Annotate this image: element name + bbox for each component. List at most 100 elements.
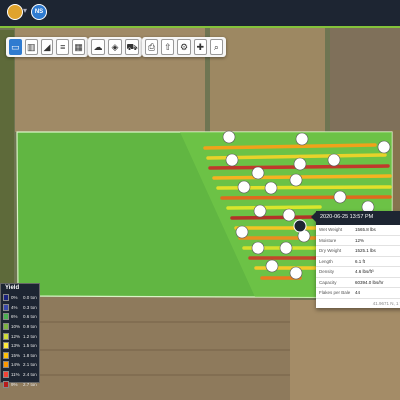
selected-bale-marker[interactable] [293, 219, 307, 233]
map-view-icon[interactable]: ▭ [9, 39, 22, 55]
line-chart-icon[interactable]: ◢ [40, 39, 54, 55]
bale-marker[interactable] [237, 180, 251, 194]
bale-marker[interactable] [265, 259, 279, 273]
yield-pass [226, 205, 322, 210]
field-north-middle [210, 28, 325, 132]
legend-percent: 15% [11, 352, 21, 358]
bale-marker[interactable] [333, 190, 347, 204]
legend-row: 4% 0.3 ton [1, 303, 39, 313]
legend-value: 1.8 ton [23, 352, 37, 358]
legend-percent: 10% [11, 324, 21, 330]
bale-marker[interactable] [235, 225, 249, 239]
layers-toolbar: ☁ ◈ ⛟ [88, 37, 142, 57]
popup-row: Wet Weight 1565.8 lbs [316, 225, 400, 236]
popup-row-label: Capacity [319, 279, 337, 285]
yield-pass [230, 215, 317, 220]
upload-icon[interactable]: ⇧ [161, 39, 175, 55]
legend-percent: 9% [11, 381, 18, 387]
legend-swatch [3, 361, 9, 369]
list-icon[interactable]: ≡ [56, 39, 70, 55]
popup-row-label: Length [319, 258, 333, 264]
legend-swatch [3, 371, 9, 379]
popup-row: Capacity 60394.0 lbs/hr [316, 278, 400, 288]
popup-row: Moisture 12% [316, 236, 400, 246]
legend-row: 9% 2.7 ton [1, 379, 39, 389]
legend-swatch [3, 323, 9, 331]
popup-row: Dry Weight 1525.1 lbs [316, 246, 400, 257]
bale-marker[interactable] [289, 266, 303, 280]
popup-row-label: Density [319, 269, 335, 275]
popup-row-value: 1565.8 lbs [355, 227, 376, 233]
legend-percent: 6% [11, 314, 18, 320]
bale-marker[interactable] [253, 204, 267, 218]
farm-logo-icon[interactable] [7, 4, 23, 20]
yield-pass [212, 174, 392, 180]
account-badge[interactable]: NS [31, 4, 47, 20]
layers-icon[interactable]: ◈ [108, 39, 122, 55]
legend-row: 15% 1.8 ton [1, 351, 39, 361]
legend-value: 2.1 ton [23, 362, 37, 368]
bale-marker[interactable] [251, 166, 265, 180]
popup-row-label: Flakes per Bale [319, 290, 351, 296]
bale-marker[interactable] [264, 181, 278, 195]
bale-marker[interactable] [293, 157, 307, 171]
bale-marker[interactable] [225, 153, 239, 167]
legend-value: 0.9 ton [23, 324, 37, 330]
bale-marker[interactable] [279, 241, 293, 255]
print-icon[interactable]: ⎙ [145, 39, 159, 55]
legend-swatch [3, 351, 9, 359]
legend-swatch [3, 303, 9, 311]
crosshair-icon[interactable]: ✚ [193, 39, 207, 55]
legend-percent: 4% [11, 304, 18, 310]
popup-row: Flakes per Bale 44 [316, 288, 400, 299]
legend-percent: 14% [11, 362, 21, 368]
legend-swatch [3, 342, 9, 350]
settings-icon[interactable]: ⚙ [177, 39, 191, 55]
bale-marker[interactable] [222, 130, 236, 144]
popup-coordinates: 41.9671 N, 1 W [372, 300, 400, 306]
popup-row: Length 6.1 ft [316, 257, 400, 267]
bale-marker[interactable] [282, 208, 296, 222]
chevron-down-icon[interactable]: ▾ [23, 6, 27, 15]
popup-row-label: Moisture [319, 237, 337, 243]
bale-marker[interactable] [377, 140, 391, 154]
yield-pass [220, 195, 392, 200]
legend-value: 2.4 ton [23, 372, 37, 378]
bale-marker[interactable] [251, 241, 265, 255]
legend-swatch [3, 380, 9, 388]
legend-value: 0.3 ton [23, 304, 37, 310]
tractor-icon[interactable]: ⛟ [125, 39, 139, 55]
legend-row: 6% 0.6 ton [1, 312, 39, 322]
legend-row: 11% 2.4 ton [1, 370, 39, 380]
field-south-east [290, 300, 400, 400]
calendar-icon[interactable]: ▦ [72, 39, 85, 55]
legend-row: 14% 2.1 ton [1, 360, 39, 370]
legend-row: 10% 0.9 ton [1, 322, 39, 332]
popup-row-value: 44 [355, 290, 361, 296]
legend-percent: 11% [11, 372, 20, 378]
bale-marker[interactable] [289, 173, 303, 187]
legend-swatch [3, 313, 9, 321]
chart-icon[interactable]: ▥ [24, 39, 38, 55]
legend-percent: 13% [11, 343, 21, 349]
weather-icon[interactable]: ☁ [91, 39, 105, 55]
popup-row-value: 6.1 ft [355, 258, 366, 264]
legend-value: 0.0 ton [23, 295, 37, 301]
legend-row: 13% 1.5 ton [1, 341, 39, 351]
legend-swatch [3, 294, 9, 302]
popup-pointer [311, 212, 316, 222]
bale-info-popup: 2020-06-25 13:57 PM Wet Weight 1565.8 lbs… [311, 211, 400, 308]
search-icon[interactable]: ⌕ [209, 39, 224, 55]
popup-row-label: Dry Weight [319, 248, 342, 254]
legend-row: 0% 0.0 ton [1, 293, 39, 303]
popup-title: 2020-06-25 13:57 PM [316, 211, 400, 225]
field-north-east [330, 28, 400, 132]
popup-row-value: 4.6 lbs/ft³ [355, 269, 374, 275]
bale-marker[interactable] [327, 153, 341, 167]
legend-value: 1.2 ton [23, 333, 37, 339]
legend-row: 12% 1.2 ton [1, 331, 39, 341]
popup-row-value: 60394.0 lbs/hr [355, 279, 384, 285]
bale-marker[interactable] [295, 132, 309, 146]
field-south [0, 297, 290, 400]
popup-rows: Wet Weight 1565.8 lbs Moisture 12% Dry Weigh… [316, 225, 400, 299]
